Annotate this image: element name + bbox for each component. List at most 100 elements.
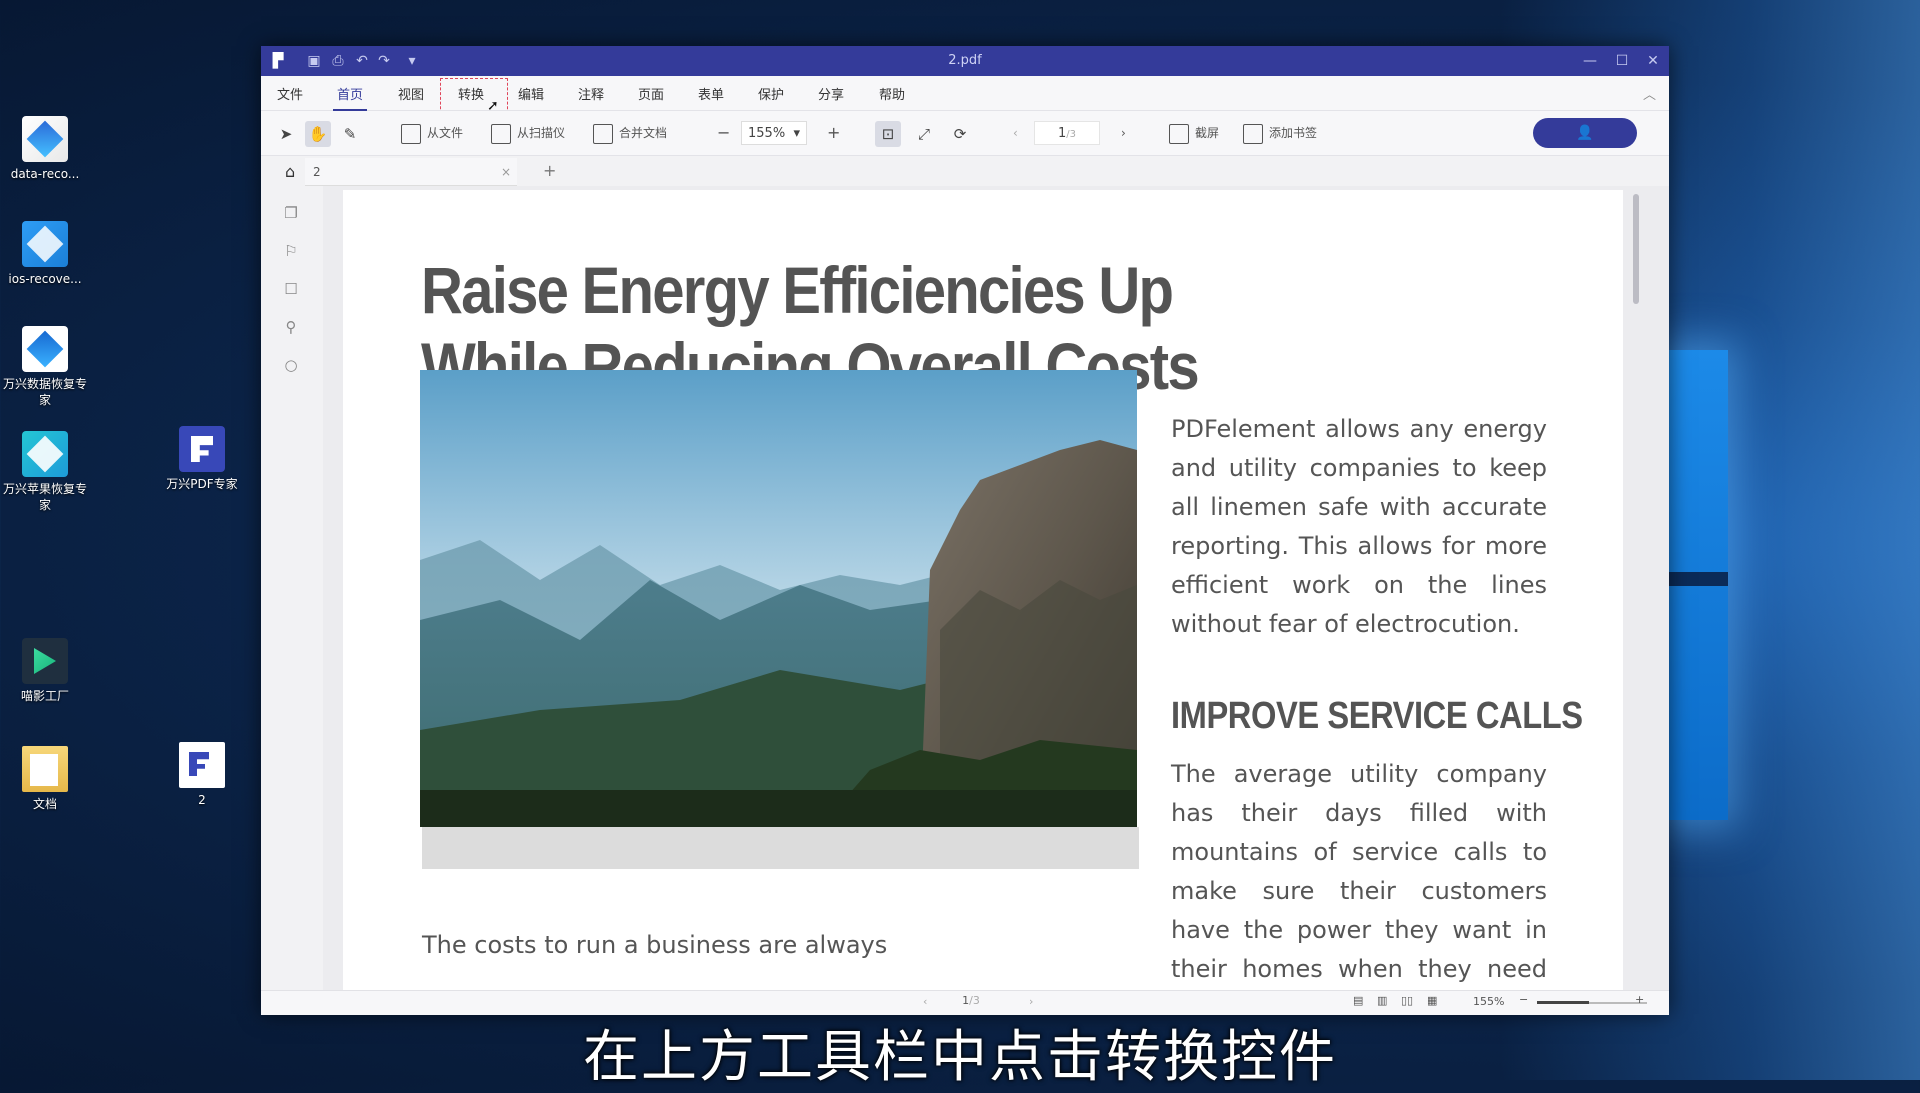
search-icon[interactable]: ○ <box>282 356 300 374</box>
document-tab-name: 2 <box>313 165 321 179</box>
folder-icon <box>22 746 68 792</box>
edit-tool-icon[interactable]: ✎ <box>337 121 363 147</box>
menu-view[interactable]: 视图 <box>398 84 424 103</box>
comment-icon[interactable]: ☐ <box>282 280 300 298</box>
menu-file[interactable]: 文件 <box>277 84 303 103</box>
from-file-button[interactable]: 从文件 <box>401 121 463 145</box>
desktop-icon-pdf-file[interactable]: 2 <box>157 742 247 808</box>
menu-comment[interactable]: 注释 <box>578 84 604 103</box>
window-title: 2.pdf <box>948 53 982 68</box>
from-file-label: 从文件 <box>427 126 464 140</box>
zoom-slider[interactable] <box>1537 1001 1647 1004</box>
status-page-indicator[interactable]: 1/3 <box>941 994 1001 1007</box>
section-heading: IMPROVE SERVICE CALLS <box>1171 695 1583 737</box>
desktop-icon-wondershare-iphone-recovery[interactable]: 万兴苹果恢复专家 <box>0 431 90 513</box>
vertical-scrollbar[interactable] <box>1633 194 1639 304</box>
status-zoom: 155% <box>1473 995 1505 1008</box>
user-icon: 👤 <box>1576 125 1594 141</box>
menu-form[interactable]: 表单 <box>698 84 724 103</box>
add-bookmark-button[interactable]: 添加书签 <box>1243 121 1317 145</box>
fit-width-icon[interactable]: ⤢ <box>911 121 937 147</box>
video-subtitle: 在上方工具栏中点击转换控件 <box>583 1025 1337 1090</box>
zoom-slider-fill <box>1537 1001 1589 1004</box>
home-icon[interactable]: ⌂ <box>285 162 295 181</box>
desktop-icon-label: 喵影工厂 <box>20 689 69 703</box>
bookmark-icon[interactable]: ⚐ <box>282 242 300 260</box>
menu-bar: 文件 首页 视图 转换 编辑 注释 页面 表单 保护 分享 帮助 ➚ ︿ <box>261 76 1669 114</box>
next-page-icon[interactable]: › <box>1121 121 1126 145</box>
bookmark-add-icon <box>1243 123 1263 144</box>
desktop-icon-wondershare-pdf[interactable]: 万兴PDF专家 <box>157 426 247 492</box>
thumbnail-icon[interactable]: ❐ <box>282 204 300 222</box>
toolbar: ➤ ✋ ✎ 从文件 从扫描仪 合并文档 − 155% ▾ + ⊡ ⤢ ⟳ ‹ 1/… <box>261 111 1669 156</box>
rotate-page-icon[interactable]: ⟳ <box>947 121 973 147</box>
account-button[interactable]: 👤 <box>1533 118 1637 148</box>
continuous-view-icon[interactable]: ▥ <box>1377 994 1387 1007</box>
wondershare-pdf-icon <box>179 426 225 472</box>
menu-convert[interactable]: 转换 <box>458 84 484 103</box>
desktop-icon-filmora[interactable]: 喵影工厂 <box>0 638 90 704</box>
desktop-icon-label: 万兴PDF专家 <box>166 477 238 491</box>
page-number-input[interactable]: 1/3 <box>1034 121 1100 145</box>
minimize-icon[interactable]: — <box>1581 52 1599 70</box>
desktop-icon-label: 万兴苹果恢复专家 <box>2 482 87 512</box>
pdf-file-icon <box>179 742 225 788</box>
maximize-icon[interactable]: ☐ <box>1613 52 1631 70</box>
screenshot-button[interactable]: 截屏 <box>1169 121 1219 145</box>
screenshot-label: 截屏 <box>1195 126 1220 140</box>
desktop-icon-ios-recovery[interactable]: ios-recove... <box>0 221 90 287</box>
scanner-icon <box>491 123 511 144</box>
status-prev-page-icon[interactable]: ‹ <box>923 995 927 1008</box>
data-recovery-app-icon <box>22 116 68 162</box>
two-page-view-icon[interactable]: ▯▯ <box>1401 994 1413 1007</box>
attachment-icon[interactable]: ⚲ <box>282 318 300 336</box>
filmora-icon <box>22 638 68 684</box>
fit-page-icon[interactable]: ⊡ <box>875 121 901 147</box>
folder-open-icon <box>401 123 421 144</box>
merge-label: 合并文档 <box>619 126 668 140</box>
menu-share[interactable]: 分享 <box>818 84 844 103</box>
from-scanner-label: 从扫描仪 <box>517 126 566 140</box>
document-viewer[interactable]: Raise Energy Efficiencies Up While Reduc… <box>323 186 1669 992</box>
grid-view-icon[interactable]: ▦ <box>1427 994 1437 1007</box>
menu-help[interactable]: 帮助 <box>879 84 905 103</box>
desktop-icon-wondershare-data-recovery[interactable]: 万兴数据恢复专家 <box>0 326 90 408</box>
wondershare-data-recovery-icon <box>22 326 68 372</box>
select-tool-icon[interactable]: ➤ <box>273 121 299 147</box>
zoom-in-icon[interactable]: + <box>827 121 840 145</box>
pdf-page: Raise Energy Efficiencies Up While Reduc… <box>343 190 1623 992</box>
zoom-out-icon[interactable]: − <box>717 121 730 145</box>
new-tab-icon[interactable]: + <box>543 161 556 180</box>
ios-recovery-app-icon <box>22 221 68 267</box>
status-next-page-icon[interactable]: › <box>1029 995 1033 1008</box>
close-icon[interactable]: ✕ <box>1644 52 1662 70</box>
zoom-value: 155% <box>748 126 786 141</box>
close-tab-icon[interactable]: × <box>501 158 511 186</box>
page-total: /3 <box>1066 129 1076 140</box>
content-area: ❐ ⚐ ☐ ⚲ ○ Raise Energy Efficiencies Up W… <box>261 186 1669 992</box>
menu-protect[interactable]: 保护 <box>758 84 784 103</box>
desktop-icon-data-recovery[interactable]: data-reco... <box>0 116 90 182</box>
status-page-total: /3 <box>969 994 980 1007</box>
hand-tool-icon[interactable]: ✋ <box>305 121 331 147</box>
menu-page[interactable]: 页面 <box>638 84 664 103</box>
from-scanner-button[interactable]: 从扫描仪 <box>491 121 565 145</box>
status-zoom-out-icon[interactable]: − <box>1519 993 1528 1006</box>
menu-home[interactable]: 首页 <box>332 84 368 111</box>
left-panel: ❐ ⚐ ☐ ⚲ ○ <box>273 186 309 992</box>
document-tab-bar: ⌂ 2 × + <box>261 156 1669 186</box>
desktop-icon-documents-folder[interactable]: 文档 <box>0 746 90 812</box>
previous-page-icon[interactable]: ‹ <box>1013 121 1018 145</box>
document-tab[interactable]: 2 × <box>305 158 517 186</box>
merge-documents-button[interactable]: 合并文档 <box>593 121 667 145</box>
right-paragraph-2: The average utility company has their da… <box>1171 760 1547 983</box>
merge-icon <box>593 123 613 144</box>
status-zoom-in-icon[interactable]: + <box>1635 993 1644 1006</box>
single-page-view-icon[interactable]: ▤ <box>1353 994 1363 1007</box>
zoom-select[interactable]: 155% ▾ <box>741 121 807 145</box>
add-bookmark-label: 添加书签 <box>1269 126 1318 140</box>
left-paragraph: The costs to run a business are always <box>422 931 888 959</box>
collapse-ribbon-icon[interactable]: ︿ <box>1643 84 1656 103</box>
camera-icon <box>1169 123 1189 144</box>
menu-edit[interactable]: 编辑 <box>518 84 544 103</box>
